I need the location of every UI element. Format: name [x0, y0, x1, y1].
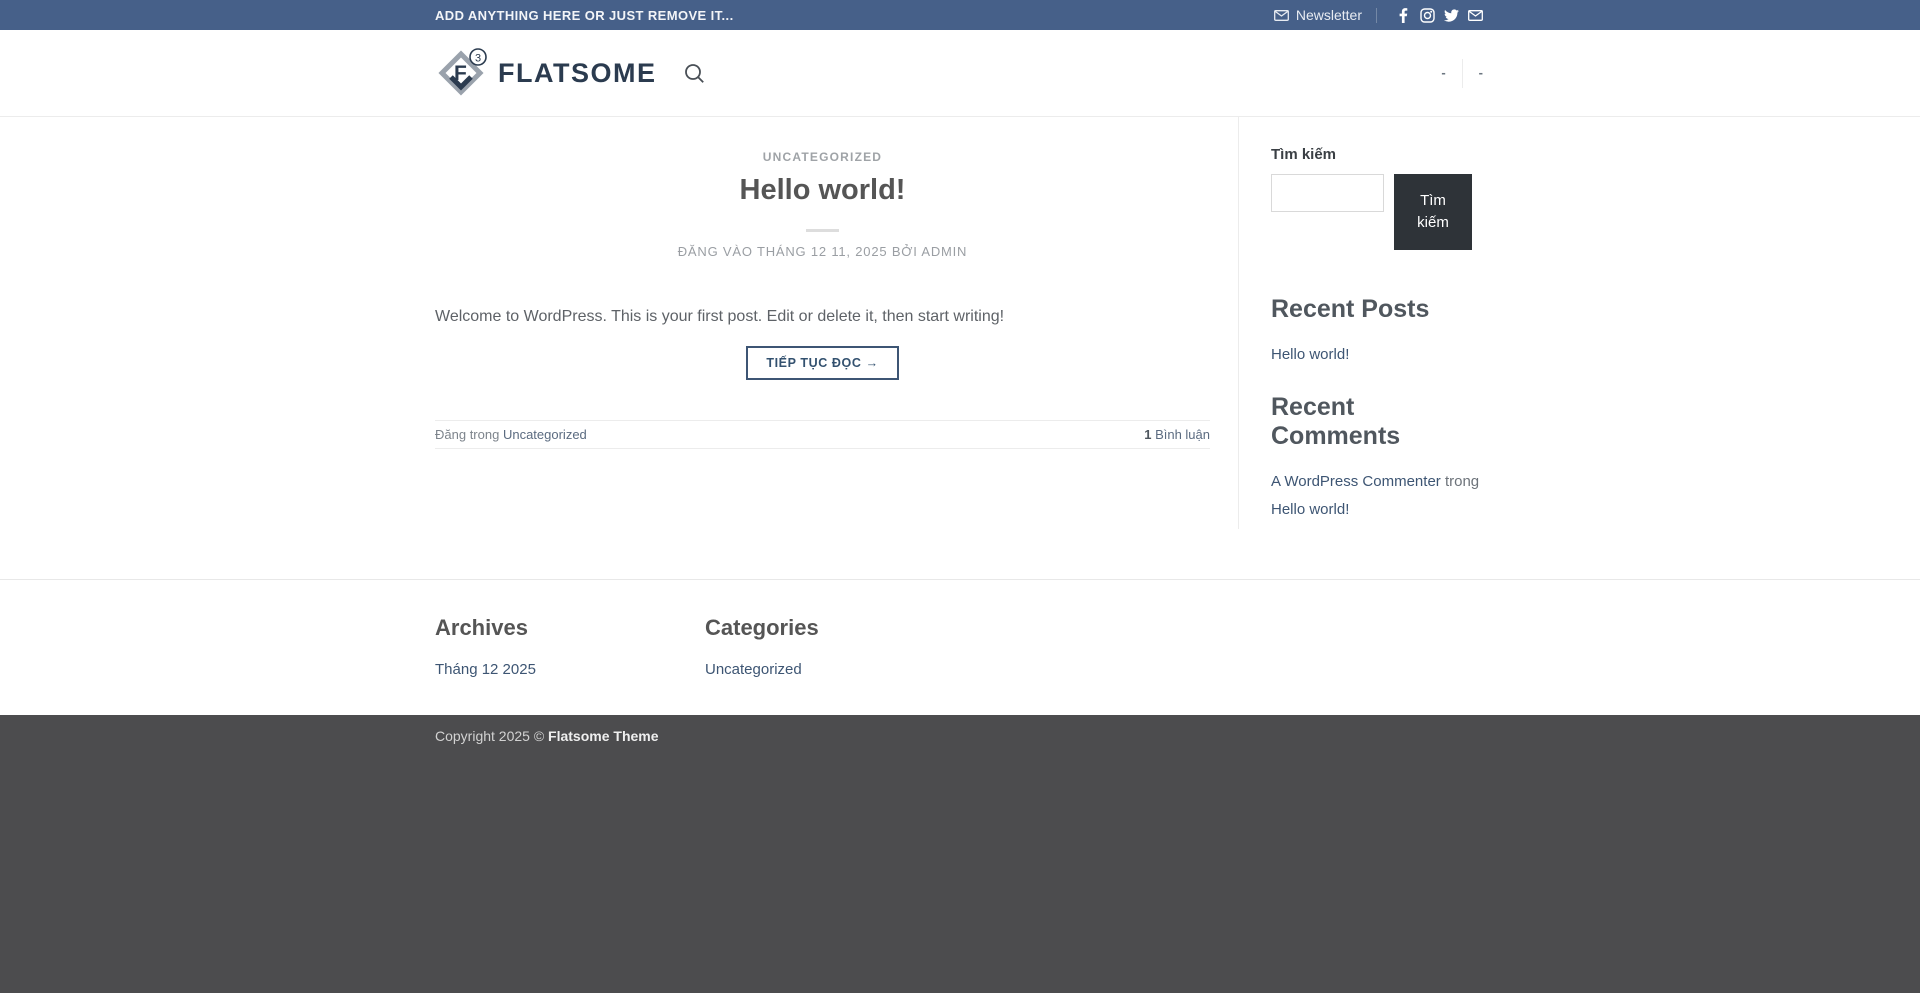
posted-in: Đăng trong Uncategorized	[435, 427, 587, 442]
posted-in-category-link[interactable]: Uncategorized	[503, 427, 587, 442]
posted-on-label: ĐĂNG VÀO	[677, 244, 753, 259]
instagram-icon[interactable]	[1417, 5, 1437, 25]
comments-meta: 1 Bình luận	[1144, 427, 1210, 442]
sidebar: Tìm kiếm Tìm kiếm Recent Posts Hello wor…	[1271, 117, 1484, 579]
recent-posts-list: Hello world!	[1271, 341, 1484, 369]
copyright: Copyright 2025 © Flatsome Theme	[435, 728, 1485, 745]
read-more-button[interactable]: TIẾP TỤC ĐỌC →	[746, 346, 899, 380]
header-menu: - -	[1425, 58, 1485, 88]
logo-text: FLATSOME	[498, 57, 657, 88]
recent-comment-item: A WordPress Commenter trong Hello world!	[1271, 468, 1484, 524]
sidebar-divider	[1238, 117, 1239, 529]
topbar-right: Newsletter	[1273, 5, 1485, 25]
title-divider	[806, 229, 839, 232]
logo-badge: 3	[475, 53, 481, 65]
recent-comments-title: Recent Comments	[1271, 393, 1401, 450]
search-input[interactable]	[1271, 174, 1384, 212]
search-widget-title: Tìm kiếm	[1271, 146, 1337, 163]
archives-title: Archives	[435, 615, 528, 640]
archives-list: Tháng 12 2025	[435, 661, 705, 678]
search-icon[interactable]	[684, 63, 705, 84]
posted-in-label: Đăng trong	[435, 427, 500, 442]
newsletter-link[interactable]: Newsletter	[1273, 7, 1362, 23]
category-link[interactable]: Uncategorized	[705, 661, 802, 678]
post-meta: ĐĂNG VÀO THÁNG 12 11, 2025 BỞI ADMIN	[435, 244, 1210, 259]
post-category-link[interactable]: UNCATEGORIZED	[763, 150, 882, 164]
topbar-message: ADD ANYTHING HERE OR JUST REMOVE IT...	[435, 7, 734, 23]
archive-link[interactable]: Tháng 12 2025	[435, 661, 536, 678]
recent-post-link[interactable]: Hello world!	[1271, 346, 1349, 363]
search-form: Tìm kiếm	[1271, 174, 1484, 250]
email-icon[interactable]	[1465, 5, 1485, 25]
menu-item-1[interactable]: -	[1425, 59, 1461, 87]
main-content: UNCATEGORIZED Hello world! ĐĂNG VÀO THÁN…	[435, 117, 1485, 579]
post-author-link[interactable]: ADMIN	[921, 244, 967, 259]
category-item: Uncategorized	[705, 661, 975, 678]
archives-widget: Archives Tháng 12 2025	[435, 615, 705, 678]
post-title: Hello world!	[739, 174, 906, 206]
recent-comments-list: A WordPress Commenter trong Hello world!	[1271, 468, 1484, 524]
top-bar: ADD ANYTHING HERE OR JUST REMOVE IT... N…	[0, 0, 1920, 30]
recent-posts-title: Recent Posts	[1271, 295, 1430, 323]
categories-title: Categories	[705, 615, 819, 640]
comments-count: 1	[1144, 427, 1152, 442]
comment-author-link[interactable]: A WordPress Commenter	[1271, 473, 1441, 490]
post-excerpt: Welcome to WordPress. This is your first…	[435, 308, 1005, 325]
comment-connector: trong	[1444, 473, 1480, 490]
comment-post-link[interactable]: Hello world!	[1271, 501, 1349, 518]
post-date-link[interactable]: THÁNG 12 11, 2025	[757, 244, 887, 259]
absolute-footer: Copyright 2025 © Flatsome Theme	[0, 715, 1920, 993]
post-header: UNCATEGORIZED Hello world! ĐĂNG VÀO THÁN…	[435, 148, 1210, 259]
post-footer-meta: Đăng trong Uncategorized 1 Bình luận	[435, 420, 1210, 449]
by-label: BỞI	[891, 244, 918, 259]
copyright-brand: Flatsome Theme	[548, 728, 659, 744]
newsletter-label: Newsletter	[1295, 7, 1362, 23]
site-header: F 3 FLATSOME - -	[0, 30, 1920, 117]
flatsome-logo-icon: F 3	[435, 46, 487, 100]
topbar-separator	[1376, 7, 1377, 23]
categories-list: Uncategorized	[705, 661, 975, 678]
svg-text:F: F	[454, 62, 467, 85]
footer-widgets: Archives Tháng 12 2025 Categories Uncate…	[0, 579, 1920, 715]
read-more-wrap: TIẾP TỤC ĐỌC →	[435, 346, 1210, 380]
search-submit-button[interactable]: Tìm kiếm	[1394, 174, 1472, 250]
categories-widget: Categories Uncategorized	[705, 615, 975, 678]
twitter-icon[interactable]	[1441, 5, 1461, 25]
archive-item: Tháng 12 2025	[435, 661, 705, 678]
post-article: UNCATEGORIZED Hello world! ĐĂNG VÀO THÁN…	[435, 117, 1238, 579]
menu-item-2[interactable]: -	[1463, 59, 1485, 87]
recent-post-item: Hello world!	[1271, 341, 1484, 369]
comments-link[interactable]: Bình luận	[1155, 427, 1210, 442]
site-logo[interactable]: F 3 FLATSOME	[435, 46, 656, 100]
search-widget: Tìm kiếm Tìm kiếm	[1271, 146, 1484, 250]
facebook-icon[interactable]	[1393, 5, 1413, 25]
copyright-text: Copyright 2025 ©	[435, 728, 545, 744]
envelope-icon	[1273, 9, 1289, 21]
